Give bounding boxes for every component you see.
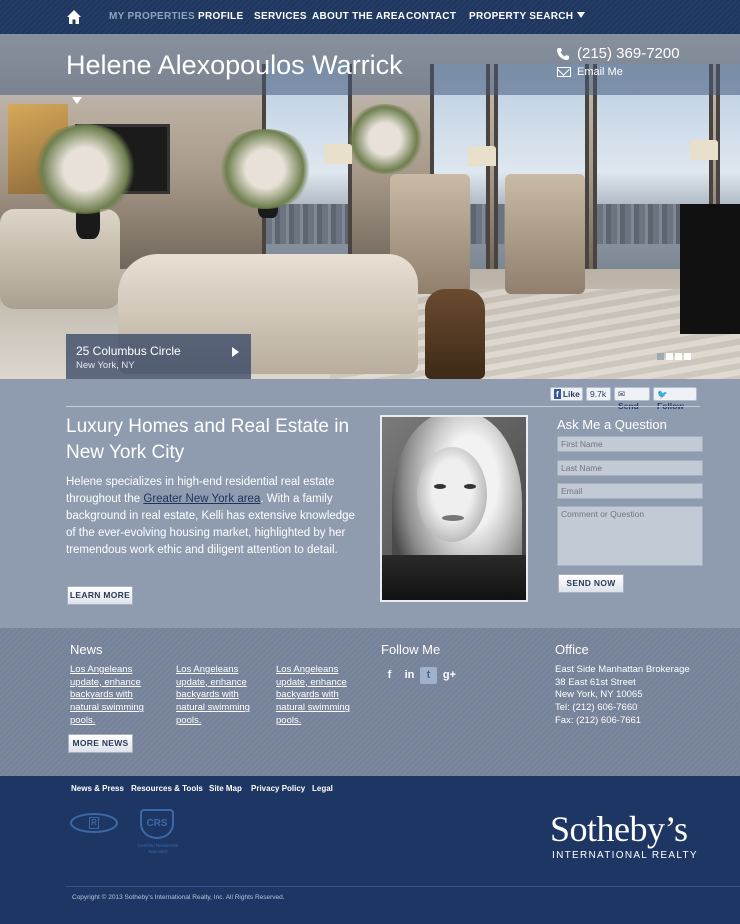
crs-subtitle: Certified Residential Specialist [137,843,179,854]
greater-new-york-link[interactable]: Greater New York area [143,493,260,505]
news-title: News [70,642,103,657]
comment-field[interactable] [557,506,703,566]
slide-dot[interactable] [684,353,691,360]
footer-link-privacy[interactable]: Privacy Policy [251,784,305,793]
realtor-logo: R [70,813,118,833]
more-news-button[interactable]: MORE NEWS [68,734,133,753]
footer-link-site-map[interactable]: Site Map [209,784,242,793]
last-name-field[interactable] [557,460,703,476]
news-item[interactable]: Los Angeleans update, enhance backyards … [70,664,150,728]
hero-piano [680,204,740,334]
send-now-button[interactable]: SEND NOW [558,574,624,593]
nav-about-the-area[interactable]: ABOUT THE AREA [312,11,405,22]
home-icon[interactable] [66,9,82,25]
footer-panel: News Los Angeleans update, enhance backy… [0,628,740,776]
agent-photo-eye [434,484,446,489]
slide-dot[interactable] [657,353,664,360]
office-line: Fax: (212) 606-7661 [555,714,642,726]
nav-my-properties[interactable]: MY PROPERTIES [109,11,195,22]
play-icon[interactable] [232,347,239,357]
nav-profile[interactable]: PROFILE [198,11,243,22]
twitter-icon: 🐦 [657,389,668,399]
page-headline: Luxury Homes and Real Estate in New York… [66,416,350,463]
linkedin-icon[interactable]: in [401,667,418,684]
hero-lamp [468,146,496,166]
main-content: f Like 9.7k ✉Send 🐦Follow Luxury Homes an… [0,379,740,628]
agent-photo-face [417,447,487,542]
office-line: 38 East 61st Street [555,676,636,688]
nav-property-search-label: PROPERTY SEARCH [469,11,574,22]
agent-name: Helene Alexopoulos Warrick [66,50,403,80]
hero-flowers [345,104,425,174]
hero-flowers [215,129,315,209]
first-name-field[interactable] [557,436,703,452]
copyright: Copyright © 2013 Sotheby's International… [72,894,285,901]
crs-logo: CRS [140,809,174,839]
send-icon: ✉ [618,389,626,399]
footer-link-resources[interactable]: Resources & Tools [131,784,203,793]
agent-photo [380,415,528,602]
hero-horse-sculpture [425,289,485,379]
slide-dot[interactable] [675,353,682,360]
phone-icon [557,48,569,60]
listing-address: 25 Columbus Circle [76,344,181,358]
email-me-link[interactable]: Email Me [577,66,623,78]
footer-divider [66,886,740,887]
hero-city-view [266,204,348,244]
facebook-icon[interactable]: f [381,667,398,684]
slide-indicators [657,347,693,365]
agent-photo-eye [464,484,476,489]
like-count: 9.7k [586,387,611,401]
news-item[interactable]: Los Angeleans update, enhance backyards … [276,664,356,728]
hero-sofa-left [0,209,120,309]
listing-caption[interactable]: 25 Columbus Circle New York, NY [66,334,251,379]
office-line: East Side Manhattan Brokerage [555,664,690,675]
envelope-icon [557,67,571,77]
office-line: New York, NY 10065 [555,689,643,701]
agent-phone[interactable]: (215) 369-7200 [577,45,680,62]
news-item[interactable]: Los Angeleans update, enhance backyards … [176,664,256,728]
hero-lamp [324,144,352,164]
office-title: Office [555,642,589,657]
divider [66,406,700,407]
intro-paragraph: Helene specializes in high-end residenti… [66,474,361,559]
send-button[interactable]: ✉Send [614,387,650,411]
ask-question-title: Ask Me a Question [557,417,667,432]
office-line: Tel: (212) 606-7660 [555,702,638,714]
like-label: Like [562,389,580,399]
hero-flowers [30,124,140,214]
sothebys-logo: Sotheby’s [550,809,688,849]
twitter-icon[interactable]: t [420,667,437,684]
slide-dot[interactable] [666,353,673,360]
footer-link-legal[interactable]: Legal [312,784,333,793]
twitter-follow-button[interactable]: 🐦Follow [653,387,697,411]
hero-chair [505,174,585,294]
chevron-down-icon [577,12,586,18]
facebook-icon: f [554,389,561,399]
hero-lamp [690,140,718,160]
footer-link-news-press[interactable]: News & Press [71,784,124,793]
facebook-like-button[interactable]: f Like [550,387,583,401]
top-nav: MY PROPERTIES PROFILE SERVICES ABOUT THE… [0,0,740,34]
office-address: East Side Manhattan Brokerage 38 East 61… [555,664,690,728]
social-buttons: f Like 9.7k ✉Send 🐦Follow [550,387,700,411]
email-field[interactable] [557,483,703,499]
chevron-down-icon [72,97,82,104]
realtor-r-icon: R [89,817,99,829]
bottom-footer: News & Press Resources & Tools Site Map … [0,776,740,924]
learn-more-button[interactable]: LEARN MORE [67,586,133,605]
agent-photo-shirt [382,555,526,600]
follow-me-title: Follow Me [381,642,441,657]
agent-photo-lips [442,515,464,521]
listing-city: New York, NY [76,360,135,371]
nav-services[interactable]: SERVICES [254,11,307,22]
nav-property-search[interactable]: PROPERTY SEARCH [469,11,586,22]
nav-contact[interactable]: CONTACT [406,11,456,22]
google-plus-icon[interactable]: g+ [441,667,458,684]
sothebys-subtitle: INTERNATIONAL REALTY [552,850,698,861]
